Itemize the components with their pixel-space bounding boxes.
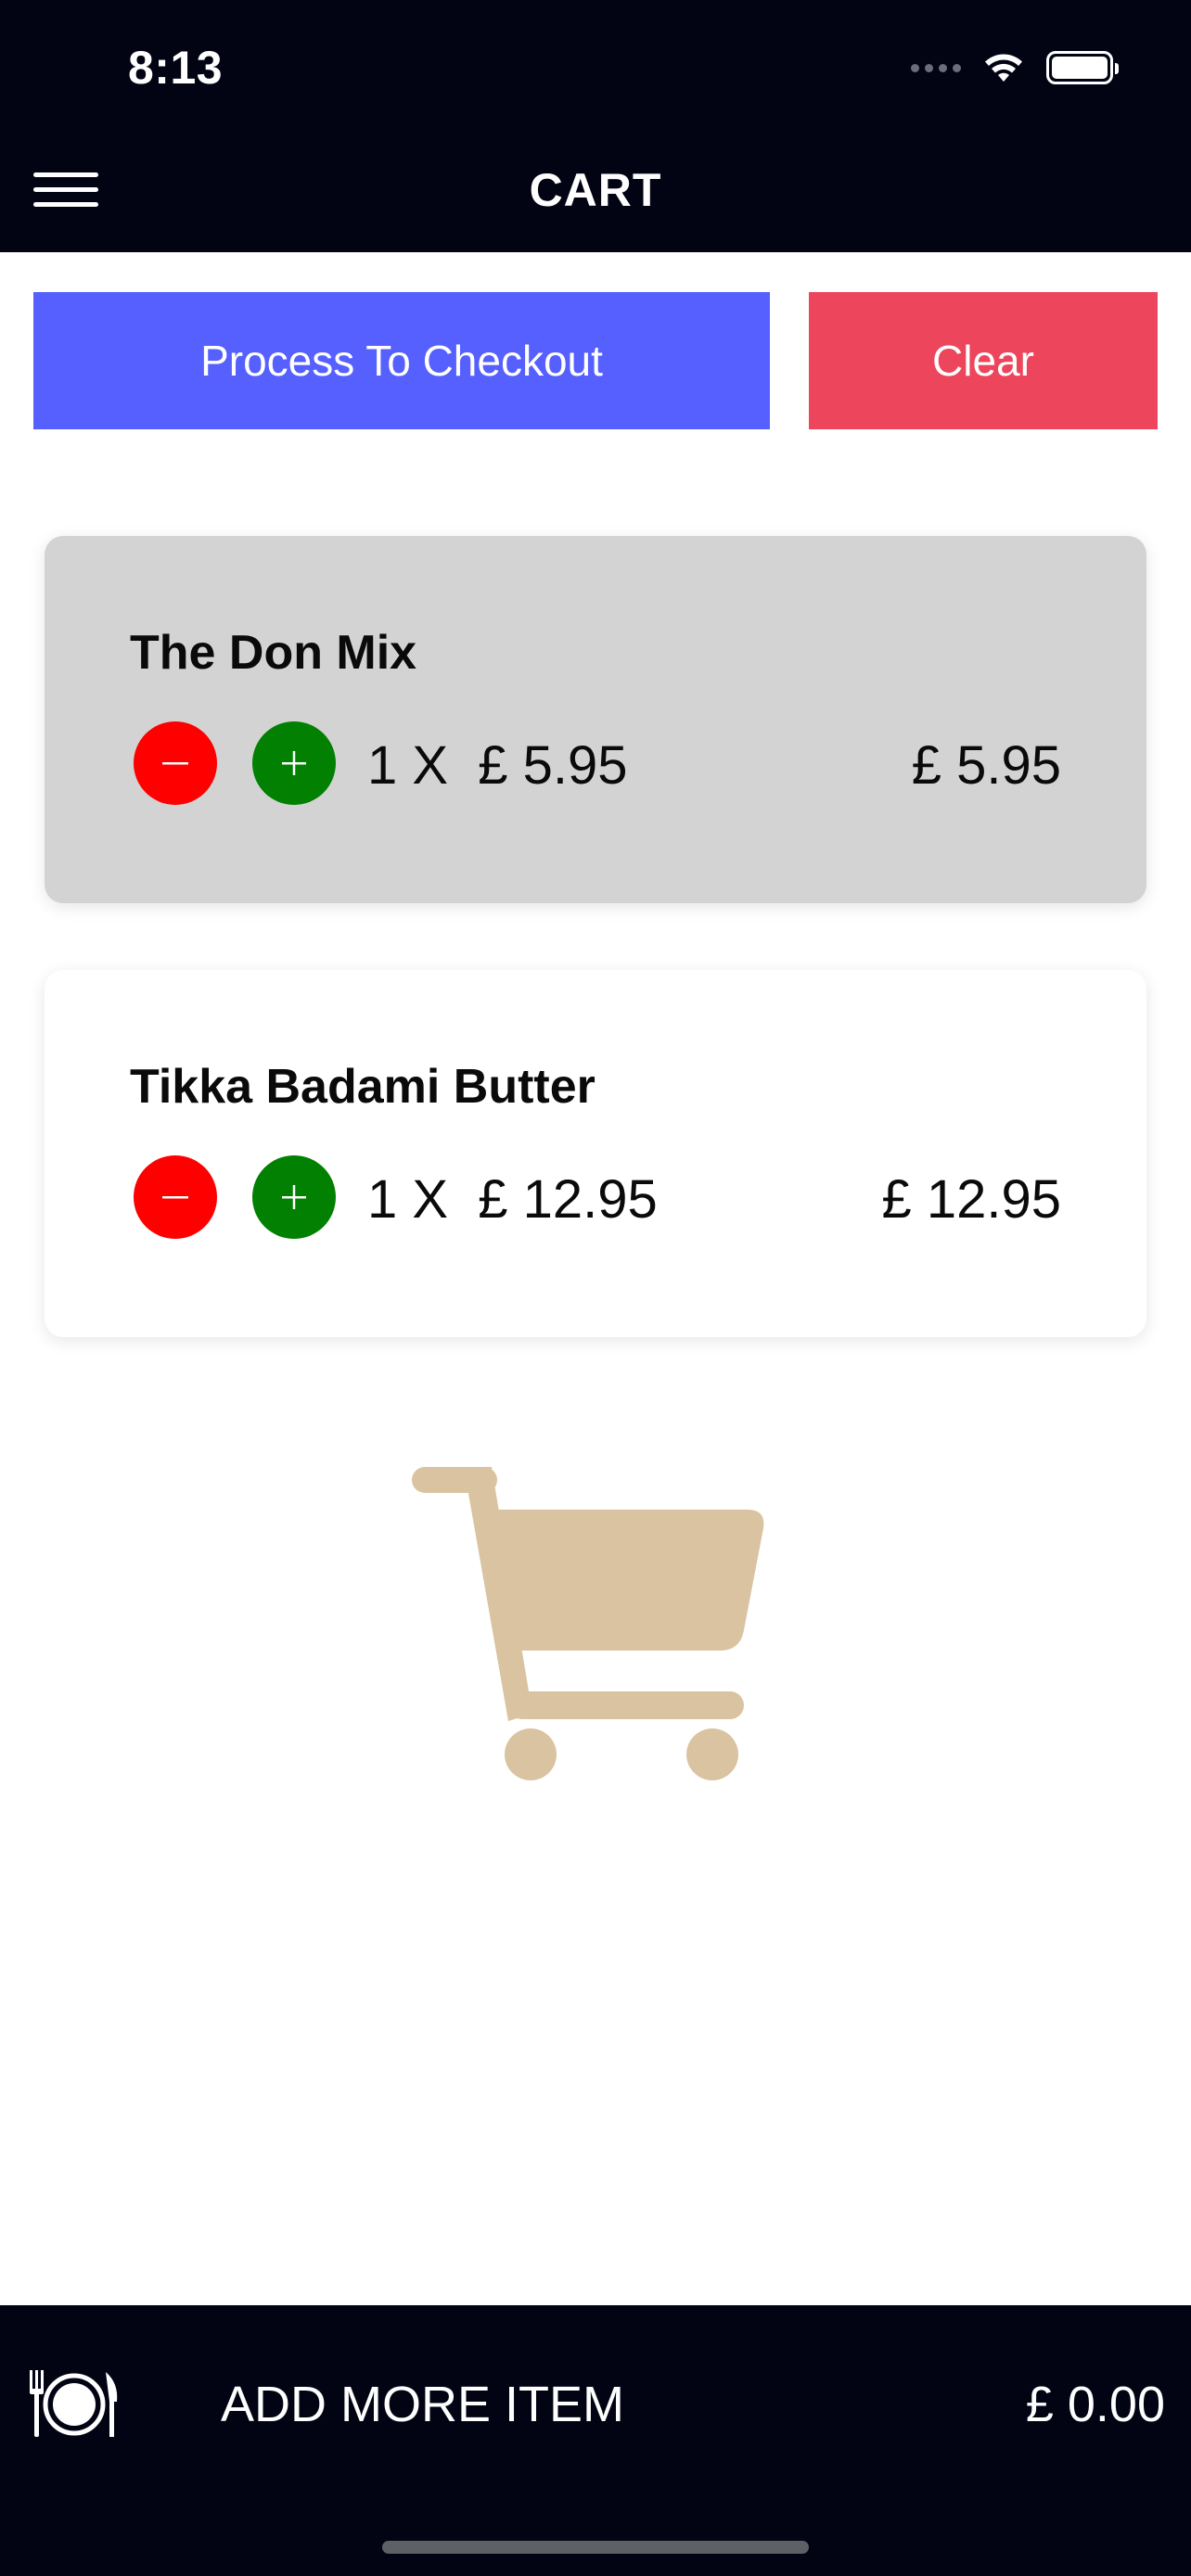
page-title: CART — [529, 164, 662, 216]
top-bar: 8:13 CART — [0, 0, 1191, 252]
cart-item[interactable]: The Don Mix 1 X £ 5.95 £ 5.95 — [45, 536, 1146, 903]
item-quantity-price: 1 X £ 12.95 — [367, 1169, 658, 1230]
item-quantity-price: 1 X £ 5.95 — [367, 735, 628, 796]
signal-icon — [911, 63, 961, 72]
battery-icon — [1046, 51, 1119, 84]
restaurant-plate-icon — [30, 2370, 118, 2437]
item-line-total: £ 12.95 — [881, 1169, 1061, 1230]
minus-icon — [162, 1196, 188, 1199]
clear-cart-button[interactable]: Clear — [809, 292, 1158, 429]
cart-total: £ 0.00 — [1025, 2377, 1165, 2432]
plus-icon — [282, 751, 306, 775]
increase-quantity-button[interactable] — [252, 721, 336, 805]
add-more-item-button[interactable]: ADD MORE ITEM — [221, 2376, 624, 2433]
bottom-bar: ADD MORE ITEM £ 0.00 — [0, 2305, 1191, 2576]
item-line-total: £ 5.95 — [911, 735, 1061, 796]
status-icons — [911, 45, 1119, 91]
cart-item[interactable]: Tikka Badami Butter 1 X £ 12.95 £ 12.95 — [45, 970, 1146, 1337]
item-name: The Don Mix — [130, 626, 417, 680]
minus-icon — [162, 762, 188, 765]
status-time: 8:13 — [128, 42, 224, 94]
decrease-quantity-button[interactable] — [134, 1155, 217, 1239]
item-name: Tikka Badami Butter — [130, 1060, 596, 1114]
wifi-icon — [985, 54, 1022, 82]
decrease-quantity-button[interactable] — [134, 721, 217, 805]
clear-button-label: Clear — [932, 337, 1034, 385]
home-indicator — [382, 2541, 809, 2554]
increase-quantity-button[interactable] — [252, 1155, 336, 1239]
process-to-checkout-button[interactable]: Process To Checkout — [33, 292, 770, 429]
plus-icon — [282, 1185, 306, 1209]
checkout-button-label: Process To Checkout — [200, 337, 603, 385]
shopping-cart-icon — [412, 1467, 764, 1780]
